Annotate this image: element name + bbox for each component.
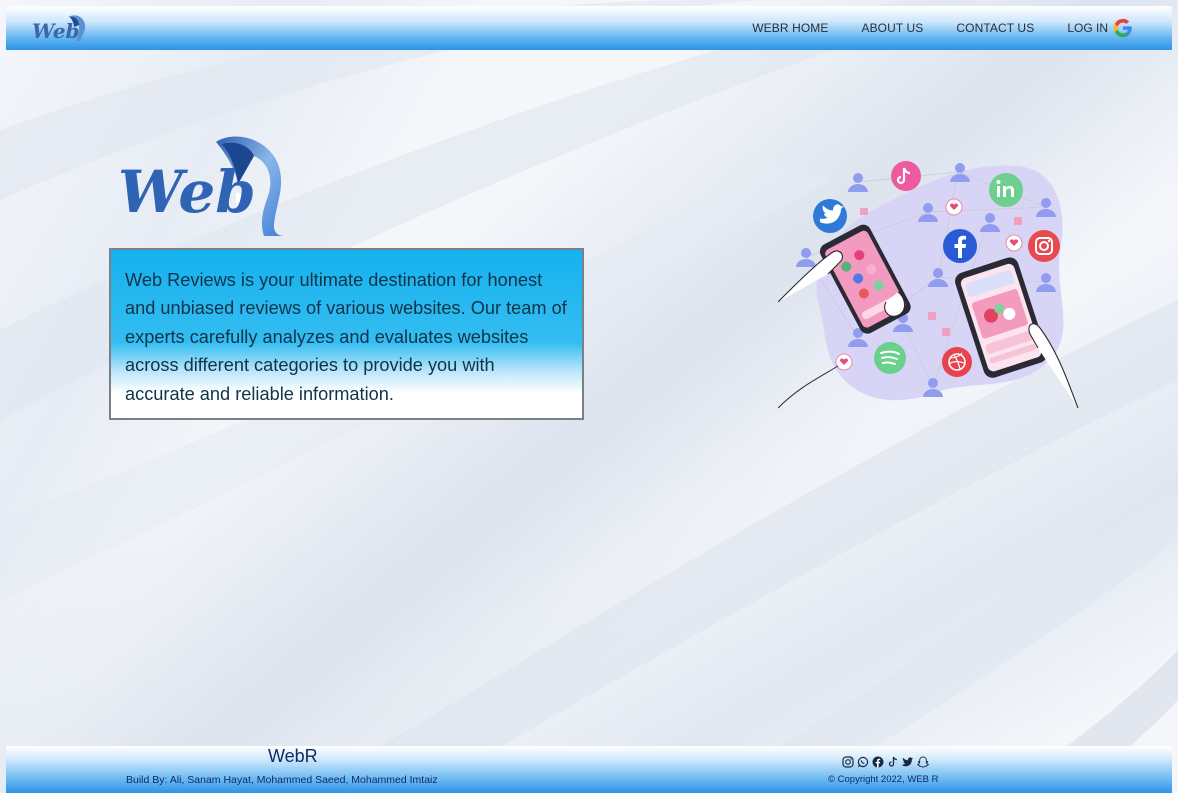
- login-label: LOG IN: [1067, 21, 1108, 35]
- footer: WebR Build By: Ali, Sanam Hayat, Mohamme…: [6, 746, 1172, 793]
- dribbble-bubble: [942, 347, 972, 377]
- facebook-icon[interactable]: [872, 755, 884, 768]
- instagram-icon[interactable]: [842, 755, 854, 768]
- nav-about-us[interactable]: ABOUT US: [861, 21, 923, 35]
- instagram-bubble: [1028, 230, 1060, 262]
- whatsapp-icon[interactable]: [857, 755, 869, 768]
- intro-text: Web Reviews is your ultimate destination…: [125, 270, 567, 404]
- social-media-illustration: [778, 161, 1079, 409]
- top-navbar: Web WEBR HOME ABOUT US CONTACT US LOG IN: [6, 6, 1172, 50]
- footer-credits: Build By: Ali, Sanam Hayat, Mohammed Sae…: [126, 774, 438, 786]
- nav-contact-us[interactable]: CONTACT US: [956, 21, 1034, 35]
- footer-brand: WebR: [268, 746, 318, 766]
- webr-logo[interactable]: Web: [30, 11, 88, 45]
- tiktok-icon[interactable]: [887, 755, 899, 767]
- spotify-bubble: [874, 342, 906, 374]
- facebook-bubble: [943, 229, 977, 263]
- intro-box: Web Reviews is your ultimate destination…: [109, 248, 584, 420]
- twitter-bubble: [813, 199, 847, 233]
- google-icon: [1113, 18, 1132, 38]
- hero-logo-text: Web: [118, 158, 256, 226]
- footer-copyright: © Copyright 2022, WEB R: [828, 774, 939, 785]
- linkedin-bubble: [989, 173, 1023, 207]
- webr-hero-logo: Web: [118, 136, 284, 236]
- nav-webr-home[interactable]: WEBR HOME: [752, 21, 828, 35]
- main-nav: WEBR HOME ABOUT US CONTACT US LOG IN: [719, 6, 1134, 50]
- login-button[interactable]: LOG IN: [1067, 17, 1134, 39]
- twitter-icon[interactable]: [902, 755, 914, 767]
- social-links: [842, 755, 930, 768]
- header-logo-text: Web: [32, 19, 80, 43]
- tiktok-bubble: [891, 161, 921, 191]
- snapchat-icon[interactable]: [916, 755, 930, 768]
